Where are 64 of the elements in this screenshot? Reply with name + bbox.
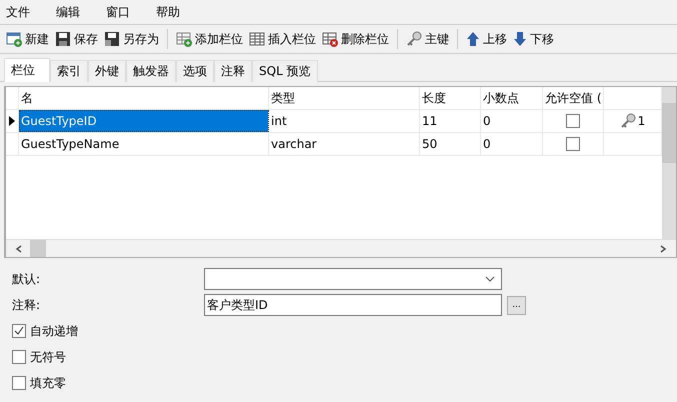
menu-item[interactable]: 窗口	[100, 4, 150, 20]
checkbox-label: 自动递增	[30, 322, 78, 340]
column-header: 小数点	[481, 87, 543, 109]
table-cell: 11	[420, 110, 481, 132]
key-icon	[406, 31, 422, 47]
scrollbar-thumb[interactable]	[662, 103, 676, 163]
checkbox[interactable]	[566, 137, 580, 151]
menu-item[interactable]: 编辑	[50, 4, 100, 20]
tab[interactable]: 注释	[214, 60, 252, 82]
table-cell: varchar	[269, 133, 420, 155]
toolbar-button[interactable]: 删除栏位	[319, 28, 392, 50]
toolbar-button[interactable]: 保存	[52, 28, 101, 50]
default-dropdown[interactable]	[204, 268, 502, 290]
toolbar-button[interactable]: 主键	[403, 28, 452, 50]
column-header: 类型	[269, 87, 420, 109]
column-header: 长度	[420, 87, 481, 109]
add-column-icon	[176, 31, 192, 47]
key-order: 1	[638, 114, 646, 128]
table-cell: 0	[481, 110, 543, 132]
tab[interactable]: 触发器	[126, 60, 176, 82]
toolbar-button[interactable]: 下移	[510, 28, 557, 50]
table-cell: int	[269, 110, 420, 132]
key-icon	[620, 113, 636, 129]
table-cell: GuestTypeName	[19, 133, 269, 155]
tab[interactable]: 外键	[88, 60, 126, 82]
checkbox-label: 填充零	[30, 374, 66, 392]
tab[interactable]: SQL 预览	[252, 60, 318, 82]
menu-item[interactable]: 文件	[0, 4, 50, 20]
new-table-icon	[6, 31, 22, 47]
browse-button[interactable]: ...	[507, 296, 526, 314]
toolbar-button[interactable]: 另存为	[101, 28, 162, 50]
toolbar-button[interactable]: 上移	[463, 28, 510, 50]
scroll-left-icon[interactable]	[14, 244, 24, 254]
horizontal-scrollbar[interactable]	[6, 239, 676, 257]
insert-column-icon	[249, 31, 265, 47]
table-cell: 0	[481, 133, 543, 155]
toolbar-button[interactable]: 插入栏位	[246, 28, 319, 50]
checkbox[interactable]	[12, 350, 26, 364]
up-arrow-icon	[466, 31, 480, 47]
table-cell: GuestTypeID	[19, 110, 269, 132]
comment-field[interactable]: 客户类型ID	[204, 294, 502, 316]
toolbar-button[interactable]: 添加栏位	[173, 28, 246, 50]
menu-item[interactable]: 帮助	[150, 4, 200, 20]
field-label: 注释:	[12, 296, 42, 314]
tab[interactable]: 栏位	[4, 58, 50, 82]
dropdown-caret-icon	[485, 276, 495, 282]
toolbar-button[interactable]: 新建	[3, 28, 52, 50]
table-cell: 50	[420, 133, 481, 155]
checkbox-label: 无符号	[30, 348, 66, 366]
checkbox[interactable]	[12, 376, 26, 390]
column-header: 允许空值 (	[543, 87, 604, 109]
down-arrow-icon	[513, 31, 527, 47]
vertical-scrollbar[interactable]	[662, 87, 676, 239]
field-label: 默认:	[12, 270, 42, 288]
checkbox[interactable]	[566, 114, 580, 128]
scrollbar-thumb[interactable]	[30, 240, 46, 257]
save-as-icon	[104, 31, 120, 47]
scroll-right-icon[interactable]	[658, 244, 668, 254]
tab[interactable]: 索引	[50, 60, 88, 82]
column-header: 名	[19, 87, 269, 109]
checkbox[interactable]	[12, 324, 26, 338]
save-icon	[55, 31, 71, 47]
tab[interactable]: 选项	[176, 60, 214, 82]
delete-column-icon	[322, 31, 338, 47]
